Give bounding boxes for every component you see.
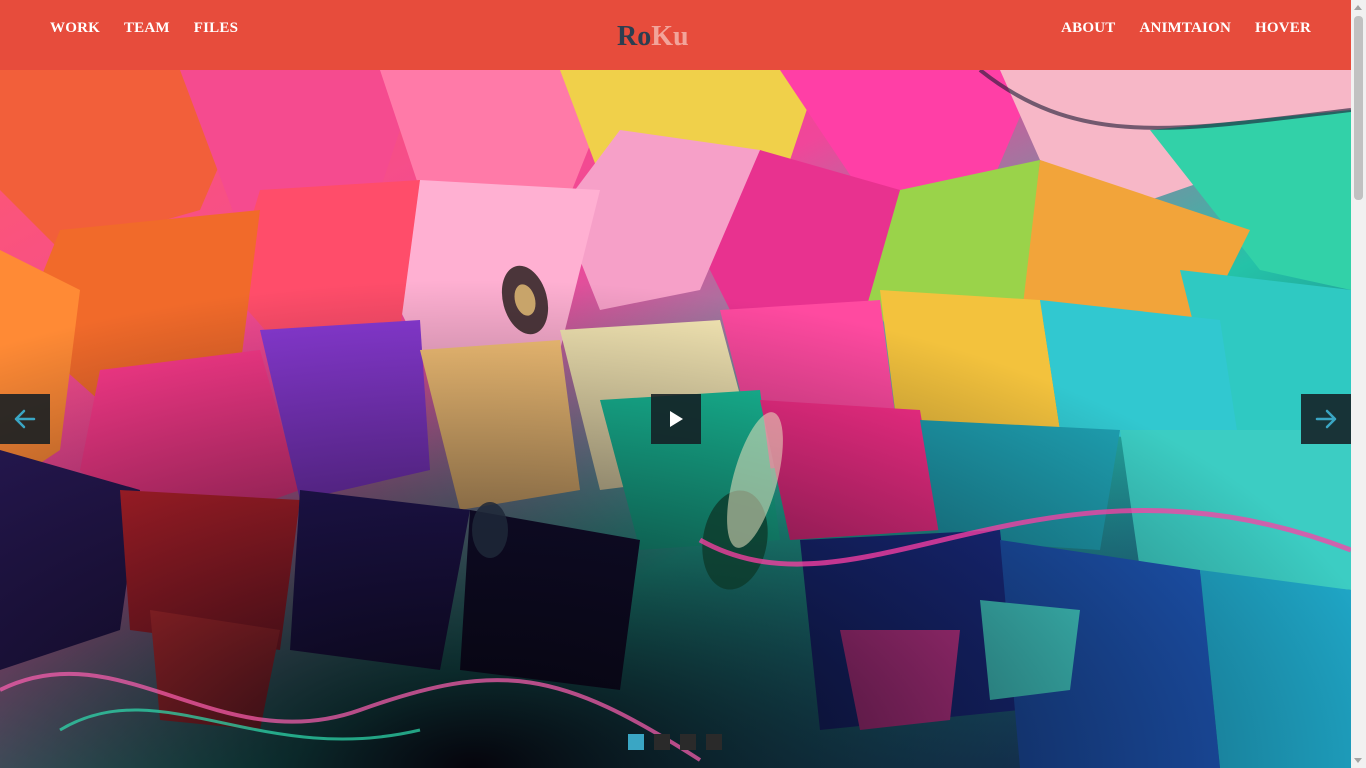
slider-next-button[interactable]: [1301, 394, 1351, 444]
slider-dot-2[interactable]: [654, 734, 670, 750]
page: WORK TEAM FILES RoKu ABOUT ANIMTAION HOV…: [0, 0, 1366, 768]
site-header: WORK TEAM FILES RoKu ABOUT ANIMTAION HOV…: [0, 0, 1351, 70]
site-logo[interactable]: RoKu: [617, 20, 689, 54]
scroll-up-icon[interactable]: [1354, 5, 1362, 10]
nav-link-work[interactable]: WORK: [50, 18, 100, 38]
nav-link-team[interactable]: TEAM: [124, 18, 170, 38]
page-scrollbar[interactable]: [1351, 0, 1366, 768]
scroll-down-icon[interactable]: [1354, 758, 1362, 763]
scrollbar-thumb[interactable]: [1354, 16, 1363, 200]
logo-part-ku: Ku: [651, 21, 689, 52]
nav-link-files[interactable]: FILES: [194, 18, 238, 38]
slider-pagination: [628, 734, 722, 750]
nav-right: ABOUT ANIMTAION HOVER: [1037, 18, 1311, 38]
nav-left: WORK TEAM FILES: [50, 18, 262, 38]
hero-slider: [0, 70, 1351, 768]
slider-dot-4[interactable]: [706, 734, 722, 750]
slider-dot-1[interactable]: [628, 734, 644, 750]
slider-dot-3[interactable]: [680, 734, 696, 750]
arrow-left-icon: [14, 409, 36, 429]
nav-link-animation[interactable]: ANIMTAION: [1139, 18, 1231, 38]
logo-part-ro: Ro: [617, 21, 652, 52]
nav-link-hover[interactable]: HOVER: [1255, 18, 1311, 38]
nav-link-about[interactable]: ABOUT: [1061, 18, 1115, 38]
slider-prev-button[interactable]: [0, 394, 50, 444]
play-icon: [670, 411, 683, 427]
slider-play-button[interactable]: [651, 394, 701, 444]
arrow-right-icon: [1315, 409, 1337, 429]
